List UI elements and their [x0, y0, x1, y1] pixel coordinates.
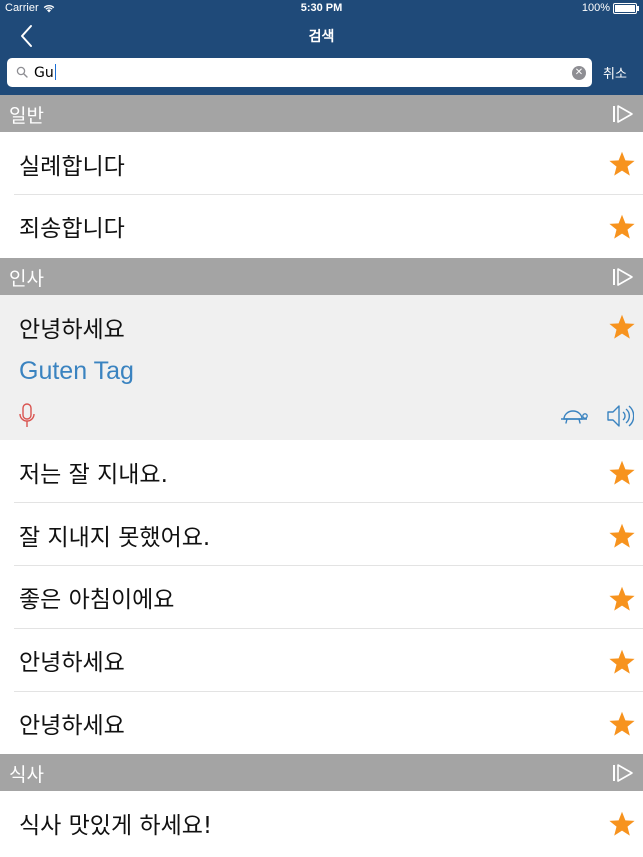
- play-all-icon[interactable]: [611, 103, 635, 125]
- favorite-star-icon[interactable]: [608, 313, 636, 341]
- play-all-icon[interactable]: [611, 266, 635, 288]
- favorite-star-icon[interactable]: [608, 459, 636, 487]
- favorite-star-icon[interactable]: [608, 213, 636, 241]
- phrase-text: 죄송합니다: [19, 216, 125, 242]
- section-header-general: 일반: [0, 95, 643, 132]
- list-item[interactable]: 저는 잘 지내요.: [0, 440, 643, 503]
- phrase-text: 식사 맛있게 하세요!: [19, 813, 213, 839]
- cancel-button[interactable]: 취소: [603, 63, 627, 82]
- search-input[interactable]: Gu ✕: [7, 58, 592, 87]
- list-item[interactable]: 죄송합니다: [0, 195, 643, 258]
- list-item[interactable]: 잘 지내지 못했어요.: [0, 503, 643, 566]
- phrase-text: 실례합니다: [19, 154, 125, 180]
- battery-percent: 100%: [581, 2, 610, 14]
- favorite-star-icon[interactable]: [608, 810, 636, 838]
- battery-icon: [613, 2, 639, 14]
- list-item[interactable]: 안녕하세요: [0, 629, 643, 692]
- phrase-text: 안녕하세요: [19, 713, 125, 739]
- slow-playback-turtle-icon[interactable]: [559, 408, 589, 426]
- section-title: 인사: [9, 268, 44, 290]
- phrase-text: 저는 잘 지내요.: [19, 462, 168, 488]
- section-title: 일반: [9, 105, 44, 127]
- list-item[interactable]: 안녕하세요: [0, 692, 643, 754]
- phrase-text: 안녕하세요: [19, 317, 125, 343]
- status-time: 5:30 PM: [300, 2, 343, 14]
- expanded-list-item[interactable]: 안녕하세요 Guten Tag: [0, 295, 643, 440]
- microphone-icon[interactable]: [18, 403, 36, 429]
- favorite-star-icon[interactable]: [608, 150, 636, 178]
- navigation-bar: 검색: [0, 17, 643, 55]
- search-icon: [16, 66, 28, 78]
- phrase-text: 좋은 아침이에요: [19, 587, 175, 613]
- search-query-value: Gu: [34, 65, 54, 81]
- list-item[interactable]: 식사 맛있게 하세요!: [0, 791, 643, 857]
- list-item[interactable]: 실례합니다: [0, 132, 643, 195]
- favorite-star-icon[interactable]: [608, 585, 636, 613]
- search-bar: Gu ✕ 취소: [0, 55, 643, 95]
- phrase-text: 잘 지내지 못했어요.: [19, 525, 211, 551]
- speaker-icon[interactable]: [606, 403, 634, 429]
- search-query-text: Gu: [34, 64, 56, 81]
- phrase-text: 안녕하세요: [19, 650, 125, 676]
- section-title: 식사: [9, 764, 44, 786]
- section-header-greetings: 인사: [0, 258, 643, 295]
- favorite-star-icon[interactable]: [608, 648, 636, 676]
- clear-search-icon[interactable]: ✕: [572, 66, 586, 80]
- list-item[interactable]: 좋은 아침이에요: [0, 566, 643, 629]
- favorite-star-icon[interactable]: [608, 522, 636, 550]
- translation-text: Guten Tag: [19, 357, 134, 385]
- status-bar: Carrier 5:30 PM 100%: [0, 0, 643, 17]
- text-caret: [54, 64, 56, 80]
- play-all-icon[interactable]: [611, 762, 635, 784]
- section-header-meals: 식사: [0, 754, 643, 791]
- favorite-star-icon[interactable]: [608, 710, 636, 738]
- battery-indicator: 100%: [581, 2, 639, 14]
- page-title: 검색: [308, 29, 335, 45]
